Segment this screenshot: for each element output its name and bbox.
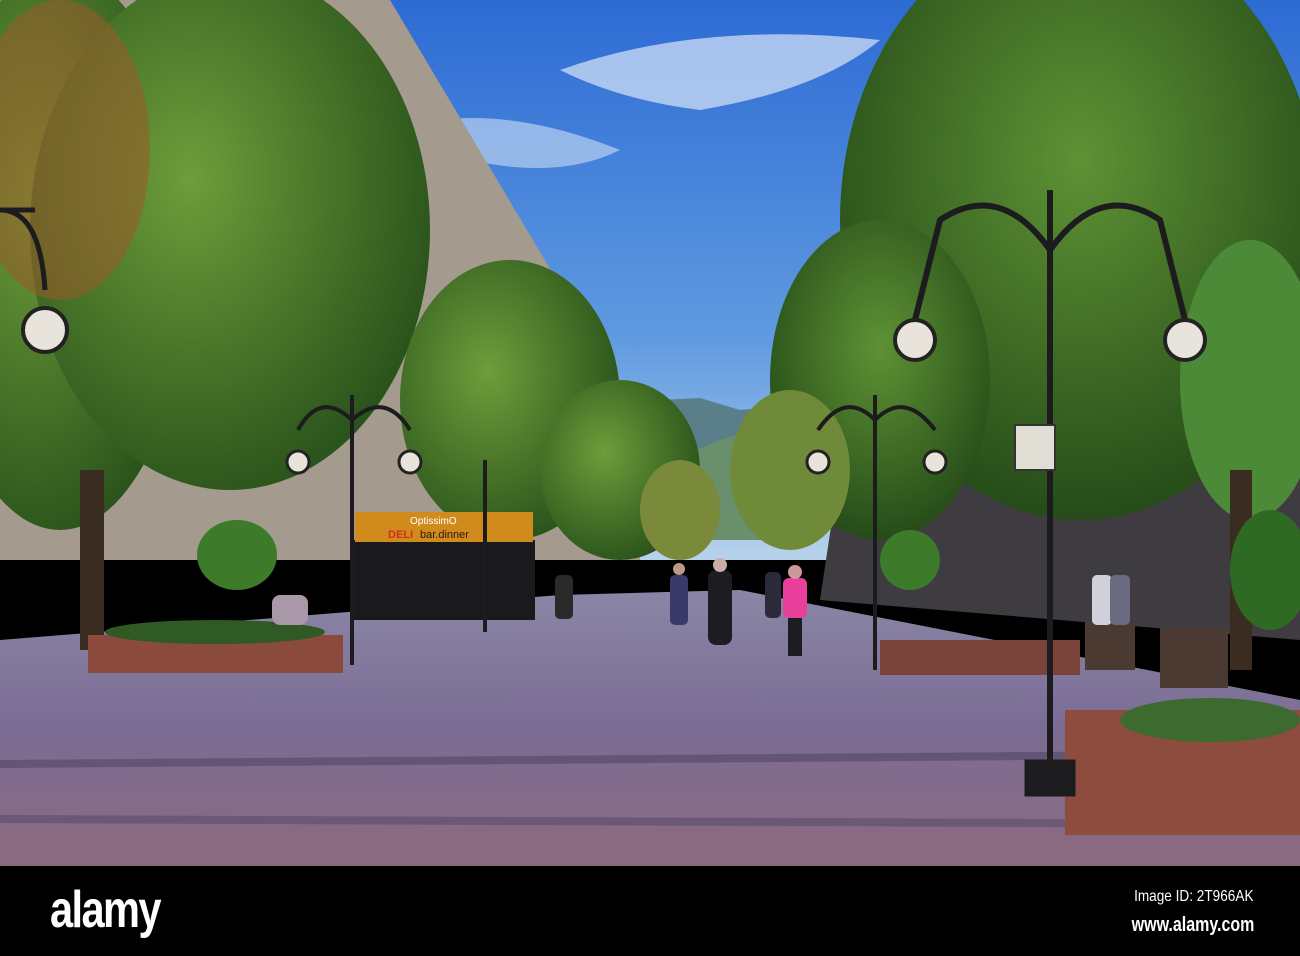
watermark-footer: alamy Image ID: 2T966AK www.alamy.com: [0, 866, 1300, 956]
shop-sign-text: bar.dinner: [420, 529, 469, 541]
shop-sign-deli: DELI: [388, 529, 413, 541]
image-id: Image ID: 2T966AK: [1134, 888, 1254, 905]
photo-scene: OptissimO DELI bar.dinner alamy Image ID…: [0, 0, 1300, 956]
alamy-logo: alamy: [50, 881, 162, 939]
shop-sign-brand: OptissimO: [410, 516, 457, 527]
kiosk-optissimo: OptissimO DELI bar.dinner: [350, 512, 535, 620]
street-photo: OptissimO DELI bar.dinner: [0, 0, 1300, 866]
site-url: www.alamy.com: [1131, 914, 1254, 936]
sign-board: [1014, 424, 1056, 471]
